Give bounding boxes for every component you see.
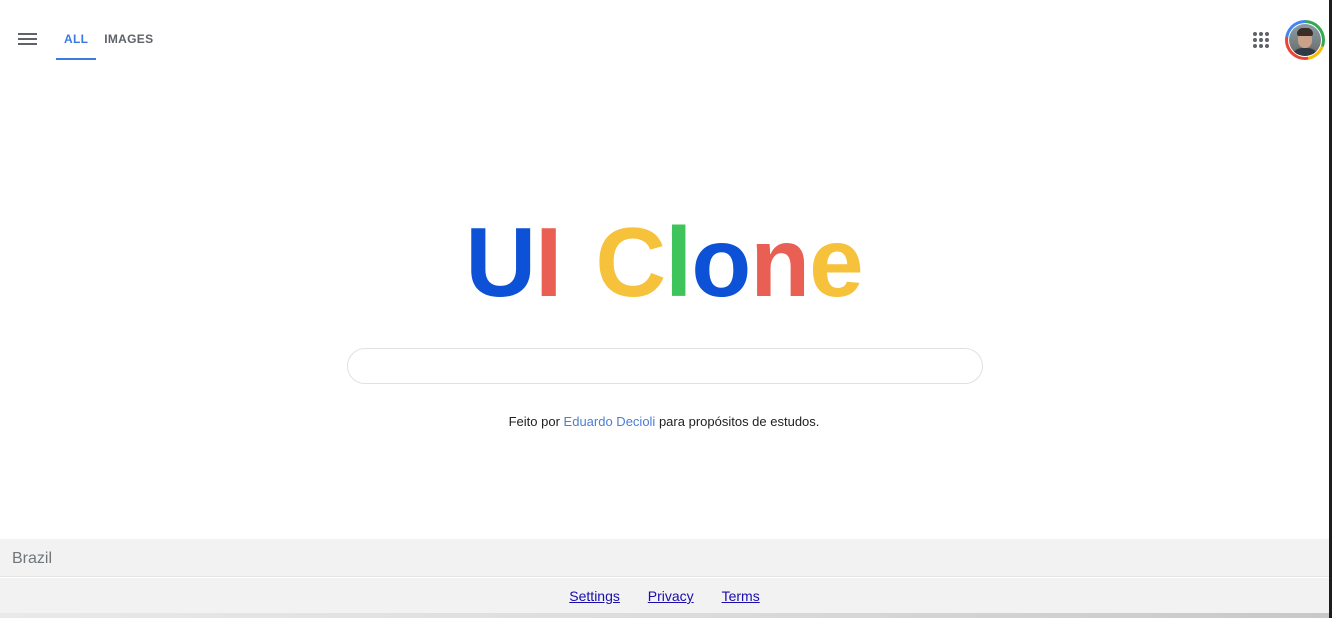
apps-grid-icon[interactable] [1253,32,1269,48]
menu-line [18,43,37,45]
logo-letter: o [691,207,751,317]
menu-line [18,33,37,35]
logo-letter: n [750,207,810,317]
logo-letter: I [535,207,562,317]
tab-all[interactable]: ALL [56,0,97,60]
page: ALL IMAGES UI Clone Feito por Eduardo De… [0,0,1332,618]
credit-prefix: Feito por [508,414,560,429]
credit-suffix: para propósitos de estudos. [658,414,820,429]
country-label: Brazil [12,550,53,567]
author-link[interactable]: Eduardo Decioli [564,414,656,429]
settings-link[interactable]: Settings [569,588,620,604]
logo: UI Clone [0,213,1328,311]
menu-line [18,38,37,40]
logo-letter: C [595,207,666,317]
credit-text: Feito por Eduardo Decioli para propósito… [0,414,1328,429]
bottom-strip [0,613,1332,618]
hamburger-menu-icon[interactable] [18,31,38,47]
footer-links-bar: Settings Privacy Terms [0,578,1329,613]
tab-images[interactable]: IMAGES [96,0,161,60]
search-tabs: ALL IMAGES [56,0,161,60]
avatar-photo [1289,24,1321,56]
logo-letter: l [665,207,692,317]
logo-letter: e [809,207,864,317]
privacy-link[interactable]: Privacy [648,588,694,604]
logo-letter: U [465,207,536,317]
footer-links: Settings Privacy Terms [0,588,1329,604]
logo-space [561,213,595,311]
search-input[interactable] [347,348,983,384]
footer-country-bar: Brazil [0,539,1329,577]
user-avatar[interactable] [1285,20,1325,60]
top-bar: ALL IMAGES [0,0,1332,78]
terms-link[interactable]: Terms [722,588,760,604]
